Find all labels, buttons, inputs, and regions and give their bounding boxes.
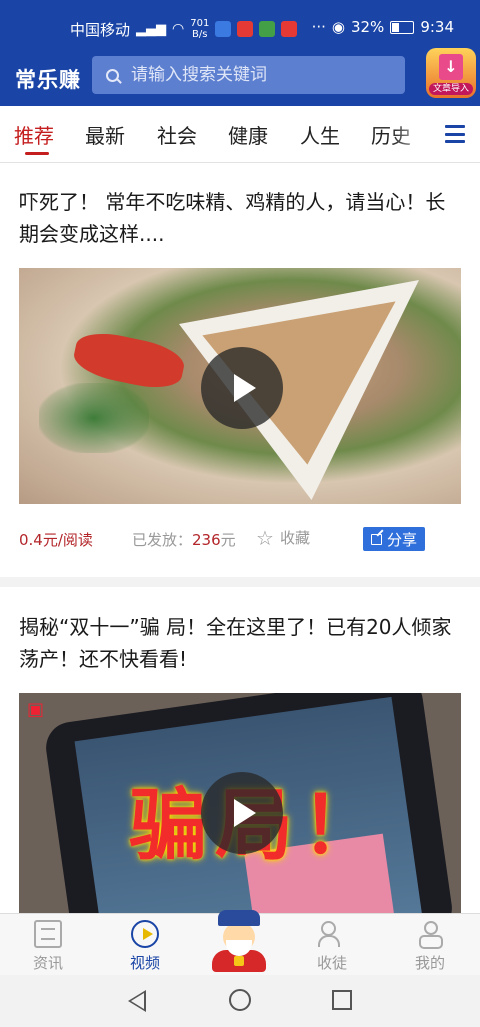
nav-label: 资讯 — [32, 954, 63, 972]
app-notification-icon — [215, 21, 232, 37]
tab-latest[interactable]: 最新 — [85, 120, 125, 149]
mascot-icon[interactable] — [206, 910, 272, 972]
mascot-gold — [234, 956, 244, 966]
nav-item-news[interactable]: 资讯 — [8, 920, 88, 973]
mascot-hat — [218, 910, 260, 926]
tab-health[interactable]: 健康 — [228, 120, 268, 149]
nav-item-profile[interactable]: 我的 — [390, 920, 470, 973]
issued-label: 已发放： — [132, 531, 193, 549]
play-icon[interactable] — [201, 772, 283, 854]
tab-scroll-fade — [392, 106, 432, 162]
nav-item-video[interactable]: 视频 — [105, 920, 185, 973]
share-icon — [370, 533, 382, 545]
article-thumbnail[interactable]: ▣ 骗局！ — [19, 693, 461, 913]
app-notification-icon — [281, 21, 298, 37]
thumbnail-herb-shape — [39, 383, 149, 453]
article-meta: 0.4元/阅读 已发放：236元 ☆ 收藏 分享 — [0, 527, 480, 551]
favorite-button[interactable]: ☆ 收藏 — [256, 527, 310, 548]
search-bar[interactable] — [92, 56, 405, 94]
app-logo: 常乐赚 — [15, 68, 81, 92]
clock: 9:34 — [420, 18, 454, 36]
bottom-navigation: 资讯 视频 收徒 我的 — [0, 910, 480, 976]
share-button[interactable]: 分享 — [363, 527, 425, 551]
home-icon[interactable] — [229, 989, 251, 1011]
wifi-icon: ◠ — [172, 21, 185, 37]
status-bar: 中国移动 ▂▄▆ ◠ 701 B/s ··· ◉ 32% 9:34 — [0, 0, 480, 54]
users-icon — [318, 920, 346, 948]
profile-icon — [416, 920, 444, 949]
play-icon[interactable] — [201, 347, 283, 429]
issued-value: 236 — [192, 531, 221, 549]
issued-unit: 元 — [220, 531, 236, 549]
nav-label: 收徒 — [316, 954, 347, 972]
article-title[interactable]: 吓死了！ 常年不吃味精、鸡精的人，请当心！长期会变成这样.... — [19, 186, 464, 250]
network-speed: 701 B/s — [190, 18, 209, 40]
battery-icon — [390, 20, 415, 34]
article-title[interactable]: 揭秘“双十一”骗 局！全在这里了！已有20人倾家荡产！还不快看看! — [19, 611, 464, 675]
tab-society[interactable]: 社会 — [157, 120, 197, 149]
star-icon: ☆ — [256, 525, 274, 550]
signal-icon: ▂▄▆ — [136, 21, 167, 37]
carrier-label: 中国移动 — [70, 20, 131, 39]
network-speed-unit: B/s — [192, 29, 208, 40]
recent-apps-icon[interactable] — [332, 990, 352, 1010]
category-tabs: 推荐 最新 社会 健康 人生 历史 — [0, 106, 480, 163]
article-import-icon: ↓ — [439, 54, 463, 80]
search-icon — [106, 68, 119, 82]
article-import-label: 文章导入 — [429, 83, 473, 95]
back-icon[interactable] — [128, 990, 146, 1012]
nav-item-recruit[interactable]: 收徒 — [292, 920, 372, 973]
active-tab-indicator — [25, 152, 49, 155]
news-icon — [34, 920, 62, 948]
video-icon — [131, 920, 159, 948]
app-notification-icon — [237, 21, 254, 37]
app-header: 常乐赚 ↓ 文章导入 — [0, 48, 480, 106]
nav-label: 我的 — [414, 954, 445, 972]
channel-logo: ▣ — [27, 699, 45, 720]
favorite-label: 收藏 — [279, 529, 310, 547]
tab-recommended[interactable]: 推荐 — [14, 120, 54, 149]
issued-amount: 已发放：236元 — [132, 529, 236, 550]
card-divider — [0, 577, 480, 587]
eye-comfort-icon: ◉ — [331, 18, 345, 36]
more-notifications-icon: ··· — [311, 18, 326, 36]
tab-life[interactable]: 人生 — [300, 120, 340, 149]
system-navigation-bar — [0, 975, 480, 1027]
search-input[interactable] — [129, 64, 373, 86]
article-import-button[interactable]: ↓ 文章导入 — [426, 48, 476, 98]
network-speed-value: 701 — [190, 18, 210, 29]
battery-percent: 32% — [350, 18, 385, 36]
nav-label: 视频 — [129, 954, 160, 972]
share-label: 分享 — [386, 530, 417, 549]
read-price: 0.4元/阅读 — [19, 531, 93, 549]
menu-icon[interactable] — [445, 125, 465, 143]
app-notification-icon — [259, 21, 276, 37]
article-thumbnail[interactable] — [19, 268, 461, 504]
